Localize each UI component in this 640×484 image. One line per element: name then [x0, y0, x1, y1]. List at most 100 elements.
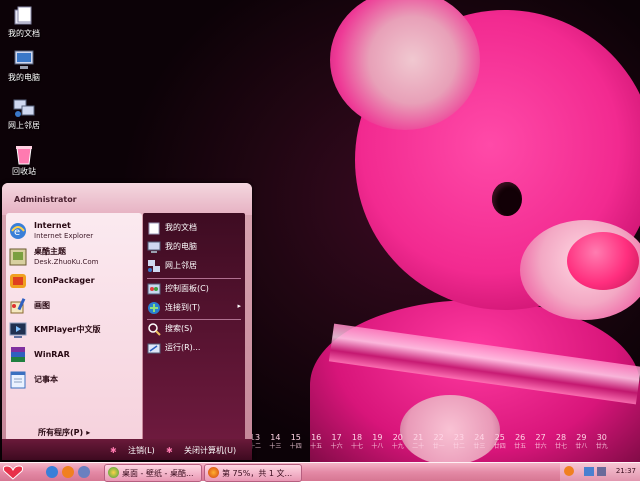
program-title: 桌酷主题 — [34, 247, 66, 256]
calendar-day-lunar: 廿一 — [432, 443, 445, 450]
calendar-day: 24 廿三 — [469, 433, 489, 451]
program-subtitle: Desk.ZhuoKu.Com — [34, 258, 99, 266]
system-tray: 21:37 — [560, 463, 640, 481]
calendar-day-lunar: 廿四 — [493, 443, 506, 450]
desktop-icon-network[interactable]: 网上邻居 — [2, 96, 46, 131]
program-notepad[interactable]: 记事本 — [6, 368, 138, 392]
place-network[interactable]: 网上邻居 — [145, 257, 243, 275]
program-iconpackager[interactable]: IconPackager — [6, 269, 138, 293]
calendar-day-number: 15 — [290, 433, 301, 442]
tray-sun-icon[interactable] — [564, 466, 574, 476]
network-icon — [148, 260, 160, 272]
place-search[interactable]: 搜索(S) — [145, 320, 243, 338]
calendar-day-number: 26 — [515, 433, 526, 442]
calendar-day: 22 廿一 — [429, 433, 449, 451]
paint-icon — [10, 298, 26, 314]
arrow-right-icon: ▸ — [237, 302, 241, 310]
program-zhuoku-theme[interactable]: 桌酷主题 Desk.ZhuoKu.Com — [6, 245, 138, 269]
calendar-day-number: 27 — [535, 433, 546, 442]
place-label: 连接到(T) — [165, 303, 201, 312]
calendar-day-lunar: 十九 — [391, 443, 404, 450]
calendar-day-number: 20 — [392, 433, 403, 442]
clock[interactable]: 21:37 — [616, 467, 636, 475]
calendar-day: 19 十八 — [367, 433, 387, 451]
svg-text:e: e — [14, 227, 20, 238]
calendar-day: 26 廿五 — [510, 433, 530, 451]
connect-icon — [148, 302, 160, 314]
desktop-icon-recycle-bin[interactable]: 回收站 — [2, 142, 46, 177]
computer-icon — [14, 50, 34, 69]
program-winrar[interactable]: WinRAR — [6, 343, 138, 367]
calendar-day: 17 十六 — [327, 433, 347, 451]
logoff-button[interactable]: ✱ 注销(L) — [110, 445, 155, 456]
place-control-panel[interactable]: 控制面板(C) — [145, 280, 243, 298]
start-button[interactable] — [0, 463, 26, 481]
desktop-icon-my-computer[interactable]: 我的电脑 — [2, 48, 46, 83]
calendar-day: 21 二十 — [408, 433, 428, 451]
flower-icon: ✱ — [110, 446, 117, 455]
calendar-day-lunar: 十八 — [371, 443, 384, 450]
program-paint[interactable]: 画图 — [6, 294, 138, 318]
calendar-day-number: 23 — [453, 433, 465, 442]
task-label: 第 75%，共 1 文... — [222, 469, 293, 478]
tray-volume-icon[interactable] — [597, 467, 606, 476]
program-kmplayer[interactable]: KMPlayer中文版 — [6, 318, 138, 342]
calendar-day-lunar: 廿五 — [514, 443, 527, 450]
place-my-documents[interactable]: 我的文档 — [145, 219, 243, 237]
all-programs-button[interactable]: 所有程序(P) ▸ — [38, 427, 90, 438]
place-label: 我的文档 — [165, 223, 197, 232]
calendar-day-number: 30 — [596, 433, 607, 442]
wallpaper-bear-nose — [567, 232, 639, 290]
program-internet-explorer[interactable]: e Internet Internet Explorer — [6, 219, 138, 243]
start-menu-header: Administrator — [2, 183, 252, 215]
task-label: 桌面 - 壁纸 - 桌酷... — [122, 469, 194, 478]
tray-network-icon[interactable] — [584, 467, 594, 476]
calendar-day-lunar: 廿八 — [575, 443, 588, 450]
calendar-day: 16 十五 — [306, 433, 326, 451]
program-title: Internet — [34, 221, 71, 230]
heart-icon — [2, 465, 24, 480]
place-connect-to[interactable]: 连接到(T) ▸ — [145, 299, 243, 317]
calendar-day-number: 17 — [331, 433, 342, 442]
iconpackager-icon — [10, 274, 26, 288]
calendar-day-number: 19 — [372, 433, 383, 442]
program-subtitle: Internet Explorer — [34, 232, 94, 240]
start-menu: Administrator e Internet Internet Explor… — [2, 183, 252, 460]
calendar-day: 18 十七 — [347, 433, 367, 451]
network-icon — [13, 99, 35, 117]
user-name: Administrator — [14, 195, 77, 204]
calendar-day: 25 廿四 — [490, 433, 510, 451]
calendar-day: 20 十九 — [388, 433, 408, 451]
calendar-day-number: 22 — [433, 433, 444, 442]
calendar-day-lunar: 十七 — [350, 443, 363, 450]
desktop-icon-my-documents[interactable]: 我的文档 — [2, 4, 46, 39]
quicklaunch-ie-icon[interactable] — [46, 466, 58, 478]
kmplayer-icon — [9, 322, 27, 338]
place-my-computer[interactable]: 我的电脑 — [145, 238, 243, 256]
desktop-icon-label: 网上邻居 — [8, 121, 40, 130]
program-title: WinRAR — [34, 350, 70, 359]
quicklaunch-desktop-icon[interactable] — [78, 466, 90, 478]
calendar-day-lunar: 十三 — [269, 443, 282, 450]
place-label: 我的电脑 — [165, 242, 197, 251]
wallpaper-bear-eye — [492, 182, 522, 216]
calendar-day-lunar: 廿三 — [473, 443, 486, 450]
calendar-day-number: 24 — [474, 433, 485, 442]
firefox-icon — [208, 467, 219, 478]
folder-icon — [148, 222, 160, 235]
task-firefox[interactable]: 第 75%，共 1 文... — [204, 464, 302, 482]
place-label: 运行(R)... — [165, 343, 201, 352]
folder-icon — [14, 6, 32, 25]
search-icon — [148, 323, 161, 336]
place-run[interactable]: 运行(R)... — [145, 339, 243, 357]
shutdown-button[interactable]: ✱ 关闭计算机(U) — [166, 445, 236, 456]
calendar-day-lunar: 十五 — [310, 443, 323, 450]
calendar-day-lunar: 廿六 — [534, 443, 547, 450]
calendar-day: 23 廿二 — [449, 433, 469, 451]
task-browser[interactable]: 桌面 - 壁纸 - 桌酷... — [104, 464, 202, 482]
calendar-day-number: 16 — [311, 433, 322, 442]
quicklaunch-firefox-icon[interactable] — [62, 466, 74, 478]
calendar-day-lunar: 二十 — [412, 443, 425, 450]
taskbar: 桌面 - 壁纸 - 桌酷... 第 75%，共 1 文... 21:37 — [0, 462, 640, 482]
desktop-icon-label: 回收站 — [12, 167, 36, 176]
